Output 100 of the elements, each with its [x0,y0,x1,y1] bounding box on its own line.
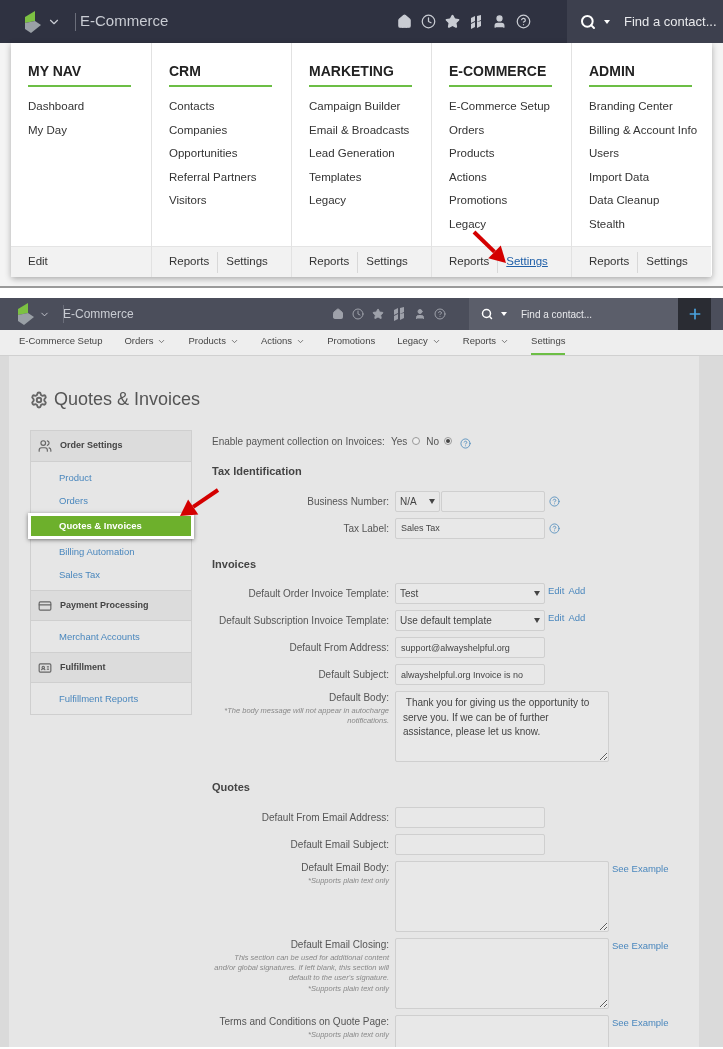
search-icon [481,308,493,320]
menu-item[interactable]: Legacy [309,189,431,213]
dropdown[interactable]: N/A [395,490,440,512]
menu-item[interactable]: Promotions [449,189,571,213]
menu-footer-link[interactable]: Reports [309,253,350,271]
help-icon[interactable] [516,14,531,29]
nav-tab[interactable]: Actions [260,330,306,355]
menu-footer-link[interactable]: Settings [506,253,548,271]
page-title: Quotes & Invoices [54,388,201,411]
gear-icon [30,390,48,409]
menu-footer-link[interactable]: Reports [589,253,630,271]
menu-item[interactable]: Opportunities [169,142,291,166]
menu-item[interactable]: Companies [169,118,291,142]
input-field[interactable]: alwayshelpful.org Invoice is no [395,664,545,685]
star-icon[interactable] [445,14,460,29]
nav-tab[interactable]: E-Commerce Setup [19,330,103,355]
id-card-icon [38,660,52,675]
home-icon[interactable] [397,14,412,29]
radio-label: No [426,434,439,449]
field-label: Default From Address: [289,641,389,655]
search-field[interactable]: Find a contact... [567,0,723,43]
card-icon [38,598,52,613]
radio-button[interactable] [444,437,452,445]
star-icon[interactable] [372,308,384,320]
nav-tab[interactable]: Orders [124,330,167,355]
menu-item[interactable]: Stealth [589,212,711,236]
menu-footer-link[interactable]: Settings [366,253,408,271]
logo-icon[interactable] [25,10,41,33]
menu-item[interactable]: Billing & Account Info [589,118,711,142]
nav-tab[interactable]: Promotions [327,330,376,355]
tiles-icon[interactable] [469,14,483,29]
search-placeholder: Find a contact... [624,12,717,31]
menu-item[interactable]: Dashboard [28,95,151,119]
search-field[interactable]: Find a contact... [469,298,678,330]
field-label: Enable payment collection on Invoices: [212,434,385,449]
menu-footer-link[interactable]: Edit [28,253,48,271]
menu-footer-link[interactable]: Reports [449,253,490,271]
menu-item[interactable]: Lead Generation [309,142,431,166]
section-heading: Quotes [212,780,251,795]
menu-item[interactable]: Actions [449,165,571,189]
input-field[interactable]: Sales Tax [395,517,545,539]
menu-item[interactable]: Templates [309,165,431,189]
clock-icon[interactable] [421,14,436,29]
sidebar-header: Payment Processing [31,590,191,621]
dropdown[interactable]: Use default template [395,610,545,631]
nav-tab[interactable]: Legacy [397,330,441,355]
user-icon[interactable] [492,14,507,29]
field-label: Business Number: [307,494,389,509]
menu-heading: ADMIN [589,61,692,87]
menu-heading: E-COMMERCE [449,61,552,87]
field-label: Terms and Conditions on Quote Page: [219,1014,389,1029]
menu-item[interactable]: Visitors [169,189,291,213]
menu-item[interactable]: Email & Broadcasts [309,118,431,142]
menu-item[interactable]: Legacy [449,212,571,236]
menu-item[interactable]: Campaign Builder [309,95,431,119]
menu-heading: MARKETING [309,61,412,87]
caret-icon [534,618,540,623]
logo-icon[interactable] [18,303,34,325]
menu-item[interactable]: Data Cleanup [589,189,711,213]
input-field[interactable]: support@alwayshelpful.org [395,637,545,658]
search-placeholder: Find a contact... [521,307,593,322]
annotation-arrow [180,488,220,516]
dropdown[interactable]: Test [395,583,545,604]
nav-tab[interactable]: Reports [462,330,510,355]
field-label: Tax Label: [343,521,389,536]
nav-tab[interactable]: Products [188,330,239,355]
section-heading: Tax Identification [212,464,303,479]
sidebar-header: Fulfillment [31,652,191,683]
radio-button[interactable] [412,437,421,445]
input-field[interactable] [395,833,545,855]
menu-footer-link[interactable]: Settings [226,253,268,271]
app-title: E-Commerce [80,11,169,32]
caret-icon [604,19,610,24]
menu-item[interactable]: Branding Center [589,95,711,119]
menu-item[interactable]: Users [589,142,711,166]
tiles-icon[interactable] [392,307,406,321]
input-field[interactable] [441,490,545,512]
menu-item[interactable]: My Day [28,118,151,142]
input-field[interactable] [395,806,545,828]
menu-item[interactable]: Contacts [169,95,291,119]
menu-footer-link[interactable]: Settings [646,253,688,271]
menu-item[interactable]: Import Data [589,165,711,189]
caret-icon [501,312,507,316]
field-label: Default Subscription Invoice Template: [219,614,389,628]
menu-footer-link[interactable]: Reports [169,253,210,271]
caret-icon [429,498,435,504]
menu-item[interactable]: Products [449,142,571,166]
field-label: Default Order Invoice Template: [248,587,389,601]
field-label: Default Email Body: [301,860,389,875]
add-button[interactable] [678,298,711,330]
people-icon [38,439,52,453]
menu-item[interactable]: Orders [449,118,571,142]
menu-item[interactable]: Referral Partners [169,165,291,189]
app-title: E-Commerce [63,306,134,323]
text-area[interactable]: Thank you for giving us the opportunity to serve you. If we can be of further assistance, please let us know. [395,691,609,762]
search-icon [580,13,596,30]
menu-item[interactable]: E-Commerce Setup [449,95,571,119]
caret-icon [534,591,540,596]
field-label: Default Email Closing: [290,937,389,952]
field-label: Default From Email Address: [261,810,389,825]
